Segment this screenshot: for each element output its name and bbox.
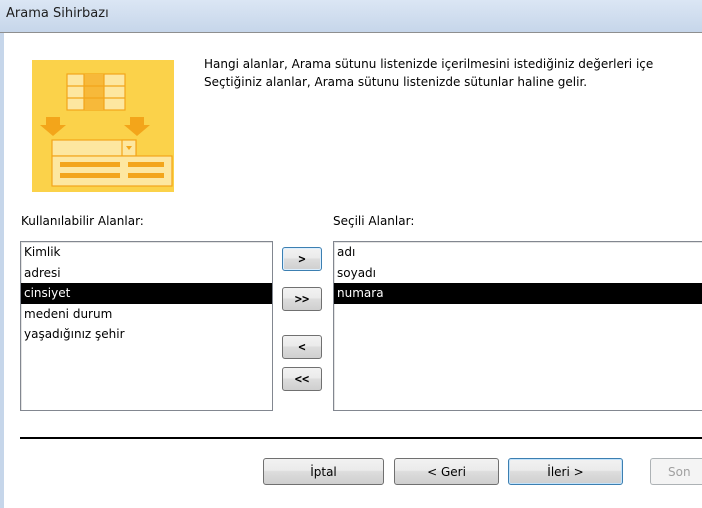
remove-all-fields-button[interactable]: << bbox=[282, 367, 322, 391]
description-line-1: Hangi alanlar, Arama sütunu listenizde i… bbox=[204, 57, 654, 71]
remove-field-button[interactable]: < bbox=[282, 335, 322, 359]
available-fields-listbox[interactable]: Kimlik adresi cinsiyet medeni durum yaşa… bbox=[20, 241, 273, 411]
list-item-adresi[interactable]: adresi bbox=[21, 263, 272, 284]
add-all-fields-button[interactable]: >> bbox=[282, 287, 322, 311]
finish-button[interactable]: Son bbox=[650, 458, 702, 485]
list-item-soyadi[interactable]: soyadı bbox=[334, 263, 702, 284]
window-title: Arama Sihirbazı bbox=[6, 6, 109, 21]
list-item-adi[interactable]: adı bbox=[334, 242, 702, 263]
list-item-numara-selected[interactable]: numara bbox=[334, 283, 702, 304]
next-button[interactable]: İleri > bbox=[508, 458, 623, 485]
list-item-kimlik[interactable]: Kimlik bbox=[21, 242, 272, 263]
list-item-yasadiginiz-sehir[interactable]: yaşadığınız şehir bbox=[21, 324, 272, 345]
back-button[interactable]: < Geri bbox=[394, 458, 499, 485]
wizard-description: Hangi alanlar, Arama sütunu listenizde i… bbox=[204, 55, 702, 91]
selected-fields-listbox[interactable]: adı soyadı numara bbox=[333, 241, 702, 411]
wizard-illustration-icon bbox=[32, 60, 174, 192]
title-bar[interactable]: Arama Sihirbazı bbox=[0, 0, 702, 32]
title-separator bbox=[0, 32, 702, 33]
list-item-medeni-durum[interactable]: medeni durum bbox=[21, 304, 272, 325]
footer-separator bbox=[20, 437, 702, 439]
add-field-button[interactable]: > bbox=[282, 247, 322, 271]
description-line-2: Seçtiğiniz alanlar, Arama sütunu listeni… bbox=[204, 75, 588, 89]
selected-fields-label: Seçili Alanlar: bbox=[333, 214, 415, 228]
list-item-cinsiyet-selected[interactable]: cinsiyet bbox=[21, 283, 272, 304]
window-left-border bbox=[0, 33, 4, 508]
available-fields-label: Kullanılabilir Alanlar: bbox=[21, 214, 144, 228]
cancel-button[interactable]: İptal bbox=[263, 458, 384, 485]
